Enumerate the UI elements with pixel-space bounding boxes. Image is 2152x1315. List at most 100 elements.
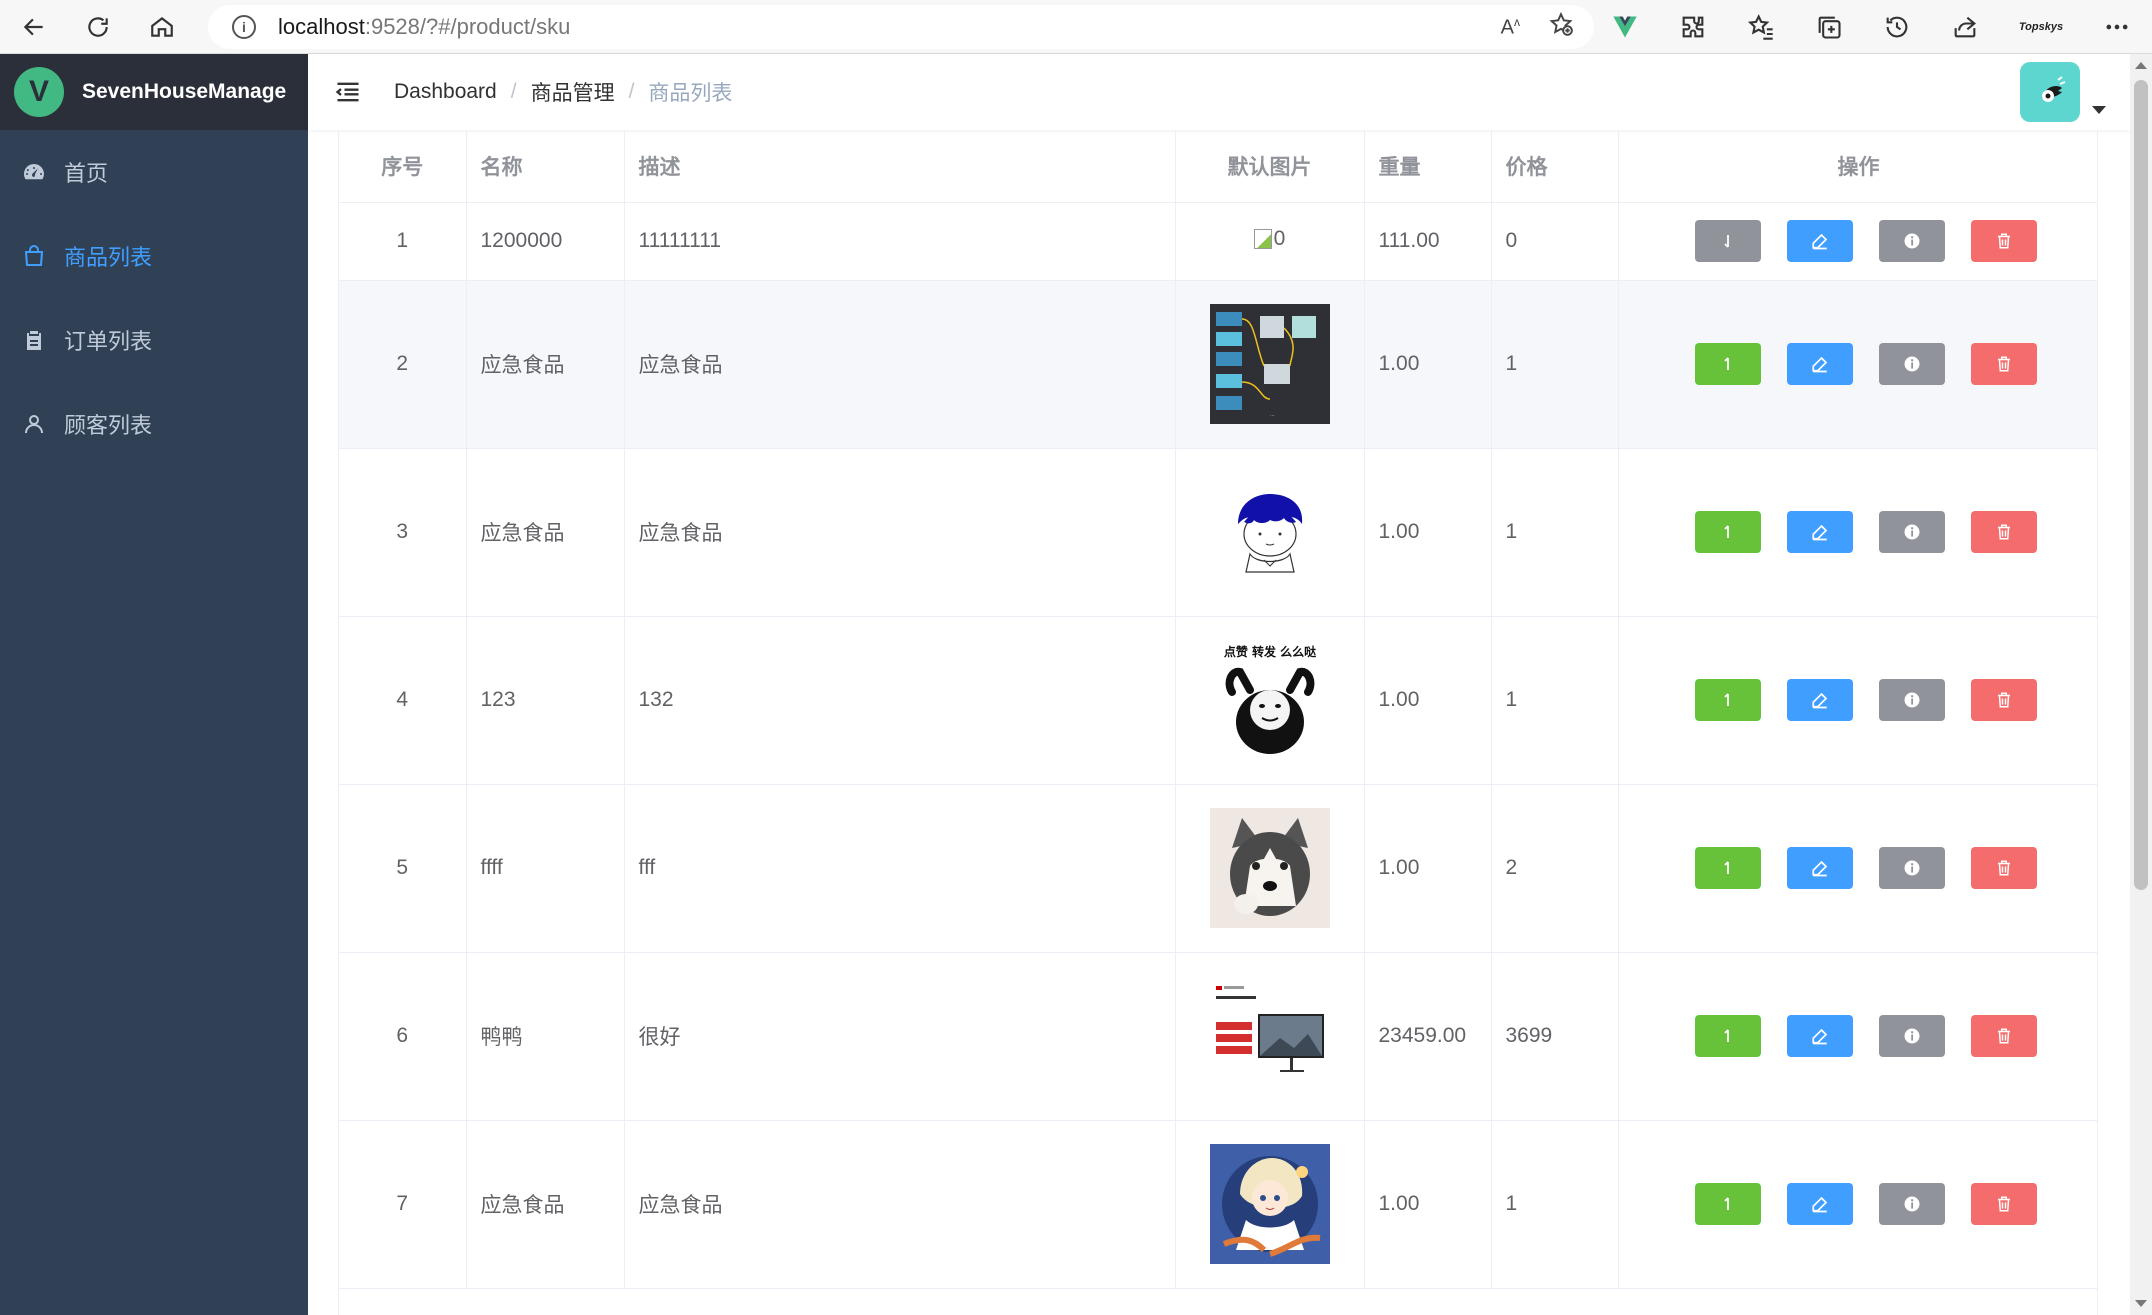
address-bar[interactable]: i localhost:9528/?#/product/sku Aʌ bbox=[208, 5, 1594, 49]
delete-button[interactable] bbox=[1970, 343, 2037, 385]
edit-button[interactable] bbox=[1786, 511, 1853, 553]
table-row: 7 应急食品 应急食品 1.00 1 bbox=[339, 1120, 2097, 1289]
share-icon[interactable] bbox=[1950, 12, 1980, 42]
cell-index: 5 bbox=[339, 784, 467, 953]
breadcrumb-item-product-manage[interactable]: 商品管理 bbox=[531, 77, 615, 107]
collections-icon[interactable] bbox=[1814, 12, 1844, 42]
vue-devtools-icon[interactable] bbox=[1610, 12, 1640, 42]
sidebar-item-label: 订单列表 bbox=[64, 329, 153, 354]
cell-weight: 1.00 bbox=[1364, 784, 1492, 953]
cell-price: 1 bbox=[1491, 448, 1619, 617]
home-icon[interactable] bbox=[140, 5, 184, 49]
product-thumbnail: 点赞 转发 么么哒 bbox=[1176, 640, 1364, 760]
edit-button[interactable] bbox=[1786, 679, 1853, 721]
user-icon bbox=[22, 412, 46, 436]
cell-price: 0 bbox=[1491, 202, 1619, 281]
dashboard-icon bbox=[22, 160, 46, 184]
hamburger-icon[interactable] bbox=[334, 78, 362, 106]
breadcrumb-item-dashboard[interactable]: Dashboard bbox=[394, 80, 497, 104]
edit-button[interactable] bbox=[1786, 220, 1853, 262]
favorites-icon[interactable] bbox=[1746, 12, 1776, 42]
toggle-status-button[interactable] bbox=[1694, 1015, 1761, 1057]
info-icon bbox=[1903, 1195, 1921, 1213]
delete-button[interactable] bbox=[1970, 511, 2037, 553]
scrollbar-thumb[interactable] bbox=[2134, 80, 2148, 890]
edit-icon bbox=[1811, 1027, 1829, 1045]
column-header-index: 序号 bbox=[339, 130, 467, 203]
delete-button[interactable] bbox=[1970, 1015, 2037, 1057]
column-header-name: 名称 bbox=[466, 130, 625, 203]
column-header-desc: 描述 bbox=[624, 130, 1176, 203]
info-button[interactable] bbox=[1878, 847, 1945, 889]
cell-price: 1 bbox=[1491, 1120, 1619, 1289]
add-favorite-icon[interactable] bbox=[1548, 11, 1574, 43]
trash-icon bbox=[1995, 859, 2013, 877]
edit-icon bbox=[1811, 859, 1829, 877]
cell-desc: fff bbox=[624, 784, 1176, 953]
table-header-row: 序号 名称 描述 默认图片 重量 价格 操作 bbox=[339, 130, 2097, 203]
scroll-down-icon[interactable] bbox=[2135, 1300, 2147, 1307]
scroll-up-icon[interactable] bbox=[2135, 62, 2147, 69]
url-path: :9528/?#/product/sku bbox=[364, 14, 571, 39]
cell-actions bbox=[1618, 784, 2097, 953]
product-thumbnail bbox=[1176, 472, 1364, 592]
sidebar-logo[interactable]: V SevenHouseManage bbox=[0, 54, 308, 130]
refresh-icon[interactable] bbox=[76, 5, 120, 49]
edit-button[interactable] bbox=[1786, 847, 1853, 889]
toggle-status-button[interactable] bbox=[1694, 1183, 1761, 1225]
trash-icon bbox=[1995, 523, 2013, 541]
product-table: 序号 名称 描述 默认图片 重量 价格 操作 1 1200000 11111111 0… bbox=[338, 130, 2098, 1315]
site-info-icon[interactable]: i bbox=[232, 15, 256, 39]
edit-button[interactable] bbox=[1786, 1015, 1853, 1057]
breadcrumb-separator: / bbox=[510, 80, 517, 103]
more-options-icon[interactable] bbox=[2102, 12, 2132, 42]
arrow-up-icon bbox=[1719, 1195, 1737, 1213]
toggle-status-button[interactable] bbox=[1694, 679, 1761, 721]
cell-weight: 1.00 bbox=[1364, 1120, 1492, 1289]
info-button[interactable] bbox=[1878, 679, 1945, 721]
read-aloud-icon[interactable]: Aʌ bbox=[1501, 15, 1520, 40]
toggle-status-button[interactable] bbox=[1694, 511, 1761, 553]
arrow-up-icon bbox=[1719, 691, 1737, 709]
history-icon[interactable] bbox=[1882, 12, 1912, 42]
column-header-actions: 操作 bbox=[1618, 130, 2097, 203]
cell-price: 3699 bbox=[1491, 952, 1619, 1121]
toggle-status-button[interactable] bbox=[1694, 847, 1761, 889]
back-icon[interactable] bbox=[12, 5, 56, 49]
extensions-icon[interactable] bbox=[1678, 12, 1708, 42]
edit-button[interactable] bbox=[1786, 343, 1853, 385]
delete-button[interactable] bbox=[1970, 679, 2037, 721]
arrow-up-icon bbox=[1719, 859, 1737, 877]
delete-button[interactable] bbox=[1970, 220, 2037, 262]
delete-button[interactable] bbox=[1970, 847, 2037, 889]
sidebar-item-home[interactable]: 首页 bbox=[0, 130, 308, 214]
breadcrumb: Dashboard / 商品管理 / 商品列表 bbox=[394, 77, 732, 107]
toggle-status-button[interactable] bbox=[1694, 343, 1761, 385]
trash-icon bbox=[1995, 1027, 2013, 1045]
info-button[interactable] bbox=[1878, 1183, 1945, 1225]
sidebar-item-orders[interactable]: 订单列表 bbox=[0, 298, 308, 382]
clipboard-icon bbox=[22, 328, 46, 352]
scrollbar[interactable] bbox=[2130, 54, 2152, 1315]
arrow-up-icon bbox=[1719, 1027, 1737, 1045]
info-button[interactable] bbox=[1878, 220, 1945, 262]
profile-avatar[interactable]: Topskys bbox=[2018, 12, 2064, 42]
info-button[interactable] bbox=[1878, 1015, 1945, 1057]
cell-image: 0 bbox=[1175, 202, 1365, 281]
sidebar-item-label: 首页 bbox=[64, 161, 109, 186]
chevron-down-icon[interactable] bbox=[2092, 106, 2106, 114]
info-button[interactable] bbox=[1878, 343, 1945, 385]
user-dropdown[interactable] bbox=[2020, 62, 2106, 122]
sidebar-item-label: 商品列表 bbox=[64, 245, 153, 270]
avatar[interactable] bbox=[2020, 62, 2080, 122]
cell-image bbox=[1175, 448, 1365, 617]
edit-button[interactable] bbox=[1786, 1183, 1853, 1225]
toggle-status-button[interactable] bbox=[1694, 220, 1761, 262]
delete-button[interactable] bbox=[1970, 1183, 2037, 1225]
info-button[interactable] bbox=[1878, 511, 1945, 553]
sidebar-item-customers[interactable]: 顾客列表 bbox=[0, 382, 308, 466]
sidebar-item-products[interactable]: 商品列表 bbox=[0, 214, 308, 298]
edit-icon bbox=[1811, 1195, 1829, 1213]
product-thumbnail bbox=[1176, 808, 1364, 928]
info-icon bbox=[1903, 355, 1921, 373]
